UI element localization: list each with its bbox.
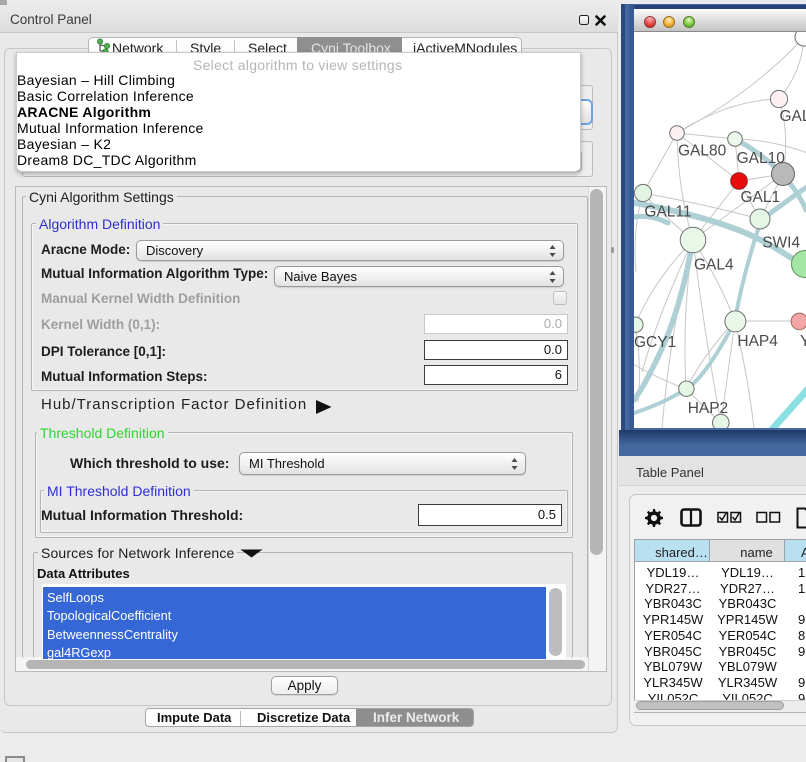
svg-text:GAL1: GAL1 [741, 189, 781, 206]
svg-text:GAL80: GAL80 [678, 143, 727, 160]
svg-text:GAL11: GAL11 [644, 204, 691, 221]
svg-text:GAL10: GAL10 [737, 150, 786, 167]
svg-text:SWI4: SWI4 [762, 235, 800, 252]
svg-text:YJ: YJ [800, 333, 806, 350]
svg-text:GAL7: GAL7 [780, 108, 806, 125]
svg-text:HAP2: HAP2 [688, 400, 729, 417]
svg-text:GCY1: GCY1 [634, 334, 676, 351]
svg-text:HAP4: HAP4 [737, 333, 778, 350]
svg-text:GAL4: GAL4 [694, 257, 734, 274]
